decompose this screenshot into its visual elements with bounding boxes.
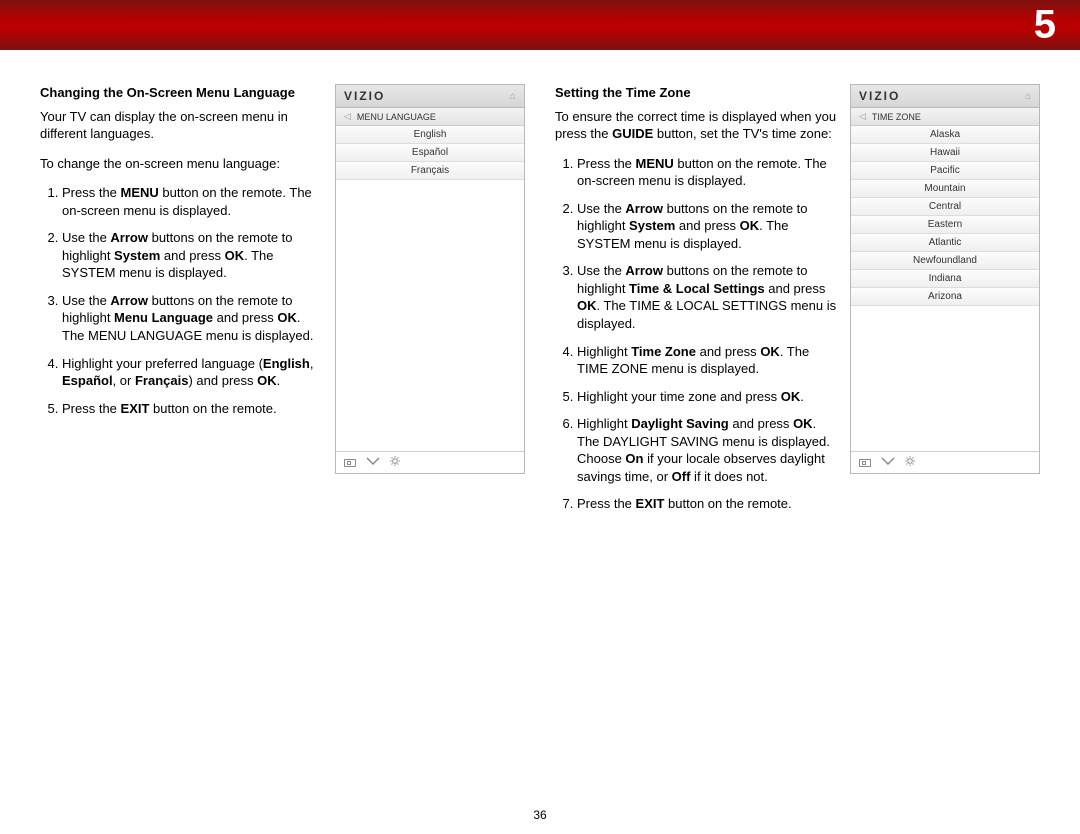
menu-spacer — [336, 180, 524, 451]
menu-item[interactable]: Eastern — [851, 216, 1039, 234]
gear-icon — [390, 456, 400, 469]
vizio-logo: VIZIO — [344, 89, 385, 103]
menu-item[interactable]: Mountain — [851, 180, 1039, 198]
home-icon: ⌂ — [1025, 91, 1031, 102]
chapter-header: 5 — [0, 0, 1080, 50]
list-item: Press the EXIT button on the remote. — [577, 495, 838, 513]
menu-panel-header: VIZIO ⌂ — [336, 85, 524, 108]
right-text: Setting the Time Zone To ensure the corr… — [555, 84, 838, 523]
menu-item[interactable]: Français — [336, 162, 524, 180]
chevron-down-icon — [881, 456, 895, 469]
menu-item[interactable]: Central — [851, 198, 1039, 216]
menu-item[interactable]: Español — [336, 144, 524, 162]
menu-item[interactable]: English — [336, 126, 524, 144]
menu-title: TIME ZONE — [872, 112, 921, 122]
wide-icon — [344, 459, 356, 467]
wide-icon — [859, 459, 871, 467]
gear-icon — [905, 456, 915, 469]
menu-footer — [851, 451, 1039, 473]
menu-title-row: ◁ TIME ZONE — [851, 108, 1039, 126]
list-item: Use the Arrow buttons on the remote to h… — [62, 292, 323, 345]
menu-footer — [336, 451, 524, 473]
menu-item[interactable]: Atlantic — [851, 234, 1039, 252]
vizio-logo: VIZIO — [859, 89, 900, 103]
left-intro: Your TV can display the on-screen menu i… — [40, 108, 323, 143]
menu-item[interactable]: Pacific — [851, 162, 1039, 180]
right-column: Setting the Time Zone To ensure the corr… — [555, 84, 1040, 523]
list-item: Highlight your preferred language (Engli… — [62, 355, 323, 390]
right-intro: To ensure the correct time is displayed … — [555, 108, 838, 143]
list-item: Press the EXIT button on the remote. — [62, 400, 323, 418]
menu-language-panel: VIZIO ⌂ ◁ MENU LANGUAGE English Español … — [335, 84, 525, 474]
chapter-number: 5 — [1034, 3, 1056, 48]
time-zone-panel: VIZIO ⌂ ◁ TIME ZONE Alaska Hawaii Pacifi… — [850, 84, 1040, 474]
left-text: Changing the On-Screen Menu Language You… — [40, 84, 323, 523]
list-item: Press the MENU button on the remote. The… — [62, 184, 323, 219]
list-item: Use the Arrow buttons on the remote to h… — [62, 229, 323, 282]
menu-item[interactable]: Indiana — [851, 270, 1039, 288]
back-icon: ◁ — [859, 111, 866, 122]
list-item: Highlight Time Zone and press OK. The TI… — [577, 343, 838, 378]
page-number: 36 — [533, 808, 546, 822]
menu-title: MENU LANGUAGE — [357, 112, 436, 122]
left-heading: Changing the On-Screen Menu Language — [40, 84, 323, 102]
menu-list: Alaska Hawaii Pacific Mountain Central E… — [851, 126, 1039, 306]
menu-spacer — [851, 306, 1039, 451]
list-item: Press the MENU button on the remote. The… — [577, 155, 838, 190]
menu-panel-header: VIZIO ⌂ — [851, 85, 1039, 108]
menu-title-row: ◁ MENU LANGUAGE — [336, 108, 524, 126]
chevron-down-icon — [366, 456, 380, 469]
left-steps: Press the MENU button on the remote. The… — [40, 184, 323, 417]
menu-item[interactable]: Hawaii — [851, 144, 1039, 162]
left-column: Changing the On-Screen Menu Language You… — [40, 84, 525, 523]
menu-item[interactable]: Arizona — [851, 288, 1039, 306]
list-item: Highlight Daylight Saving and press OK. … — [577, 415, 838, 485]
list-item: Use the Arrow buttons on the remote to h… — [577, 200, 838, 253]
menu-item[interactable]: Newfoundland — [851, 252, 1039, 270]
list-item: Use the Arrow buttons on the remote to h… — [577, 262, 838, 332]
menu-list: English Español Français — [336, 126, 524, 180]
home-icon: ⌂ — [510, 91, 516, 102]
back-icon: ◁ — [344, 111, 351, 122]
menu-item[interactable]: Alaska — [851, 126, 1039, 144]
list-item: Highlight your time zone and press OK. — [577, 388, 838, 406]
left-lead: To change the on-screen menu language: — [40, 155, 323, 173]
right-steps: Press the MENU button on the remote. The… — [555, 155, 838, 513]
page-body: Changing the On-Screen Menu Language You… — [0, 50, 1080, 523]
right-heading: Setting the Time Zone — [555, 84, 838, 102]
